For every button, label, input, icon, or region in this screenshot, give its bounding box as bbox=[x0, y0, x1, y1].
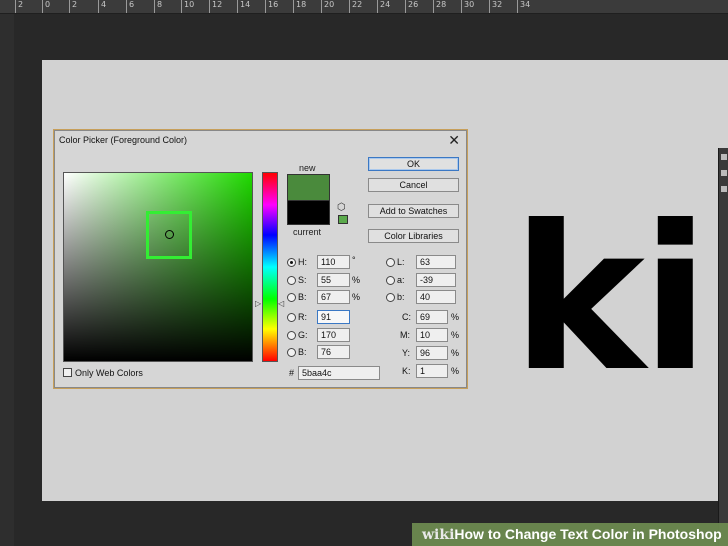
hue-slider-right-arrow-icon[interactable]: ◁ bbox=[278, 299, 284, 308]
current-label: current bbox=[293, 227, 322, 237]
only-web-colors-checkbox[interactable]: Only Web Colors bbox=[63, 368, 143, 378]
cyan-input[interactable]: 69 bbox=[416, 310, 448, 324]
cancel-button[interactable]: Cancel bbox=[368, 178, 459, 192]
wikihow-logo: wiki bbox=[422, 527, 455, 543]
lightness-radio[interactable] bbox=[386, 258, 395, 267]
magenta-unit: % bbox=[451, 330, 460, 340]
ruler-tick: 22 bbox=[348, 0, 363, 13]
ruler-tick: 2 bbox=[14, 0, 24, 13]
only-web-colors-label: Only Web Colors bbox=[75, 368, 143, 378]
green-label: G: bbox=[298, 330, 308, 340]
saturation-radio[interactable] bbox=[287, 276, 296, 285]
ruler-tick: 18 bbox=[292, 0, 307, 13]
ruler-tick: 12 bbox=[208, 0, 223, 13]
b-channel-input[interactable]: 40 bbox=[416, 290, 456, 304]
ruler-tick: 14 bbox=[236, 0, 251, 13]
hue-radio[interactable] bbox=[287, 258, 296, 267]
checkbox-icon[interactable] bbox=[63, 368, 72, 377]
ok-button[interactable]: OK bbox=[368, 157, 459, 171]
hue-unit: ° bbox=[352, 255, 356, 265]
yellow-label: Y: bbox=[402, 348, 411, 358]
brightness-input[interactable]: 67 bbox=[317, 290, 350, 304]
yellow-unit: % bbox=[451, 348, 460, 358]
banner-title: How to Change Text Color in Photoshop bbox=[454, 526, 722, 542]
blue-label: B: bbox=[298, 347, 307, 357]
a-channel-radio[interactable] bbox=[386, 276, 395, 285]
ruler-tick: 0 bbox=[41, 0, 51, 13]
ruler-tick: 34 bbox=[516, 0, 531, 13]
color-field[interactable] bbox=[63, 172, 253, 362]
panel-icon[interactable] bbox=[721, 186, 727, 192]
b-channel-radio[interactable] bbox=[386, 293, 395, 302]
brightness-unit: % bbox=[352, 292, 361, 302]
red-label: R: bbox=[298, 312, 307, 322]
canvas-text: ki bbox=[512, 183, 710, 416]
hue-slider-left-arrow-icon[interactable]: ▷ bbox=[255, 299, 261, 308]
blue-radio[interactable] bbox=[287, 348, 296, 357]
hue-label: H: bbox=[298, 257, 307, 267]
cyan-label: C: bbox=[402, 312, 411, 322]
ruler-tick: 28 bbox=[432, 0, 447, 13]
red-radio[interactable] bbox=[287, 313, 296, 322]
ruler-tick: 26 bbox=[404, 0, 419, 13]
lightness-label: L: bbox=[397, 257, 405, 267]
cyan-unit: % bbox=[451, 312, 460, 322]
left-ruler bbox=[0, 14, 14, 546]
blue-input[interactable]: 76 bbox=[317, 345, 350, 359]
new-color-swatch bbox=[287, 174, 330, 200]
saturation-input[interactable]: 55 bbox=[317, 273, 350, 287]
color-selection-marker[interactable] bbox=[146, 211, 192, 259]
panel-icon[interactable] bbox=[721, 154, 727, 160]
ruler-tick: 8 bbox=[153, 0, 163, 13]
magenta-input[interactable]: 10 bbox=[416, 328, 448, 342]
brightness-label: B: bbox=[298, 292, 307, 302]
ruler-tick: 6 bbox=[125, 0, 135, 13]
new-label: new bbox=[299, 163, 316, 173]
cube-icon[interactable]: ⬡ bbox=[337, 202, 346, 213]
hue-slider[interactable] bbox=[262, 172, 278, 362]
current-color-swatch[interactable] bbox=[287, 200, 330, 225]
ruler-tick: 2 bbox=[68, 0, 78, 13]
ruler-tick: 32 bbox=[488, 0, 503, 13]
wikihow-banner: wikiHow to Change Text Color in Photosho… bbox=[412, 523, 728, 546]
selection-ring bbox=[165, 230, 174, 239]
green-radio[interactable] bbox=[287, 331, 296, 340]
black-label: K: bbox=[402, 366, 411, 376]
hue-input[interactable]: 110 bbox=[317, 255, 350, 269]
web-safe-swatch[interactable] bbox=[338, 215, 348, 224]
black-input[interactable]: 1 bbox=[416, 364, 448, 378]
brightness-radio[interactable] bbox=[287, 293, 296, 302]
red-input[interactable]: 91 bbox=[317, 310, 350, 324]
a-channel-label: a: bbox=[397, 275, 405, 285]
close-icon[interactable]: ✕ bbox=[448, 132, 460, 149]
add-to-swatches-button[interactable]: Add to Swatches bbox=[368, 204, 459, 218]
ruler-tick: 16 bbox=[264, 0, 279, 13]
green-input[interactable]: 170 bbox=[317, 328, 350, 342]
panel-icon[interactable] bbox=[721, 170, 727, 176]
ruler-tick: 30 bbox=[460, 0, 475, 13]
hex-input[interactable]: 5baa4c bbox=[298, 366, 380, 380]
saturation-label: S: bbox=[298, 275, 307, 285]
yellow-input[interactable]: 96 bbox=[416, 346, 448, 360]
color-libraries-button[interactable]: Color Libraries bbox=[368, 229, 459, 243]
lightness-input[interactable]: 63 bbox=[416, 255, 456, 269]
hex-label: # bbox=[289, 368, 295, 378]
dialog-title: Color Picker (Foreground Color) bbox=[59, 135, 188, 145]
black-unit: % bbox=[451, 366, 460, 376]
b-channel-label: b: bbox=[397, 292, 405, 302]
color-picker-dialog: Color Picker (Foreground Color) ✕ ▷ ◁ ne… bbox=[54, 130, 467, 388]
ruler-tick: 4 bbox=[97, 0, 107, 13]
ruler-tick: 20 bbox=[320, 0, 335, 13]
side-panel[interactable] bbox=[718, 148, 728, 546]
top-ruler: 2 0 2 4 6 8 10 12 14 16 18 20 22 24 26 2… bbox=[0, 0, 728, 14]
magenta-label: M: bbox=[400, 330, 410, 340]
ruler-tick: 10 bbox=[180, 0, 195, 13]
saturation-unit: % bbox=[352, 275, 361, 285]
a-channel-input[interactable]: -39 bbox=[416, 273, 456, 287]
ruler-tick: 24 bbox=[376, 0, 391, 13]
